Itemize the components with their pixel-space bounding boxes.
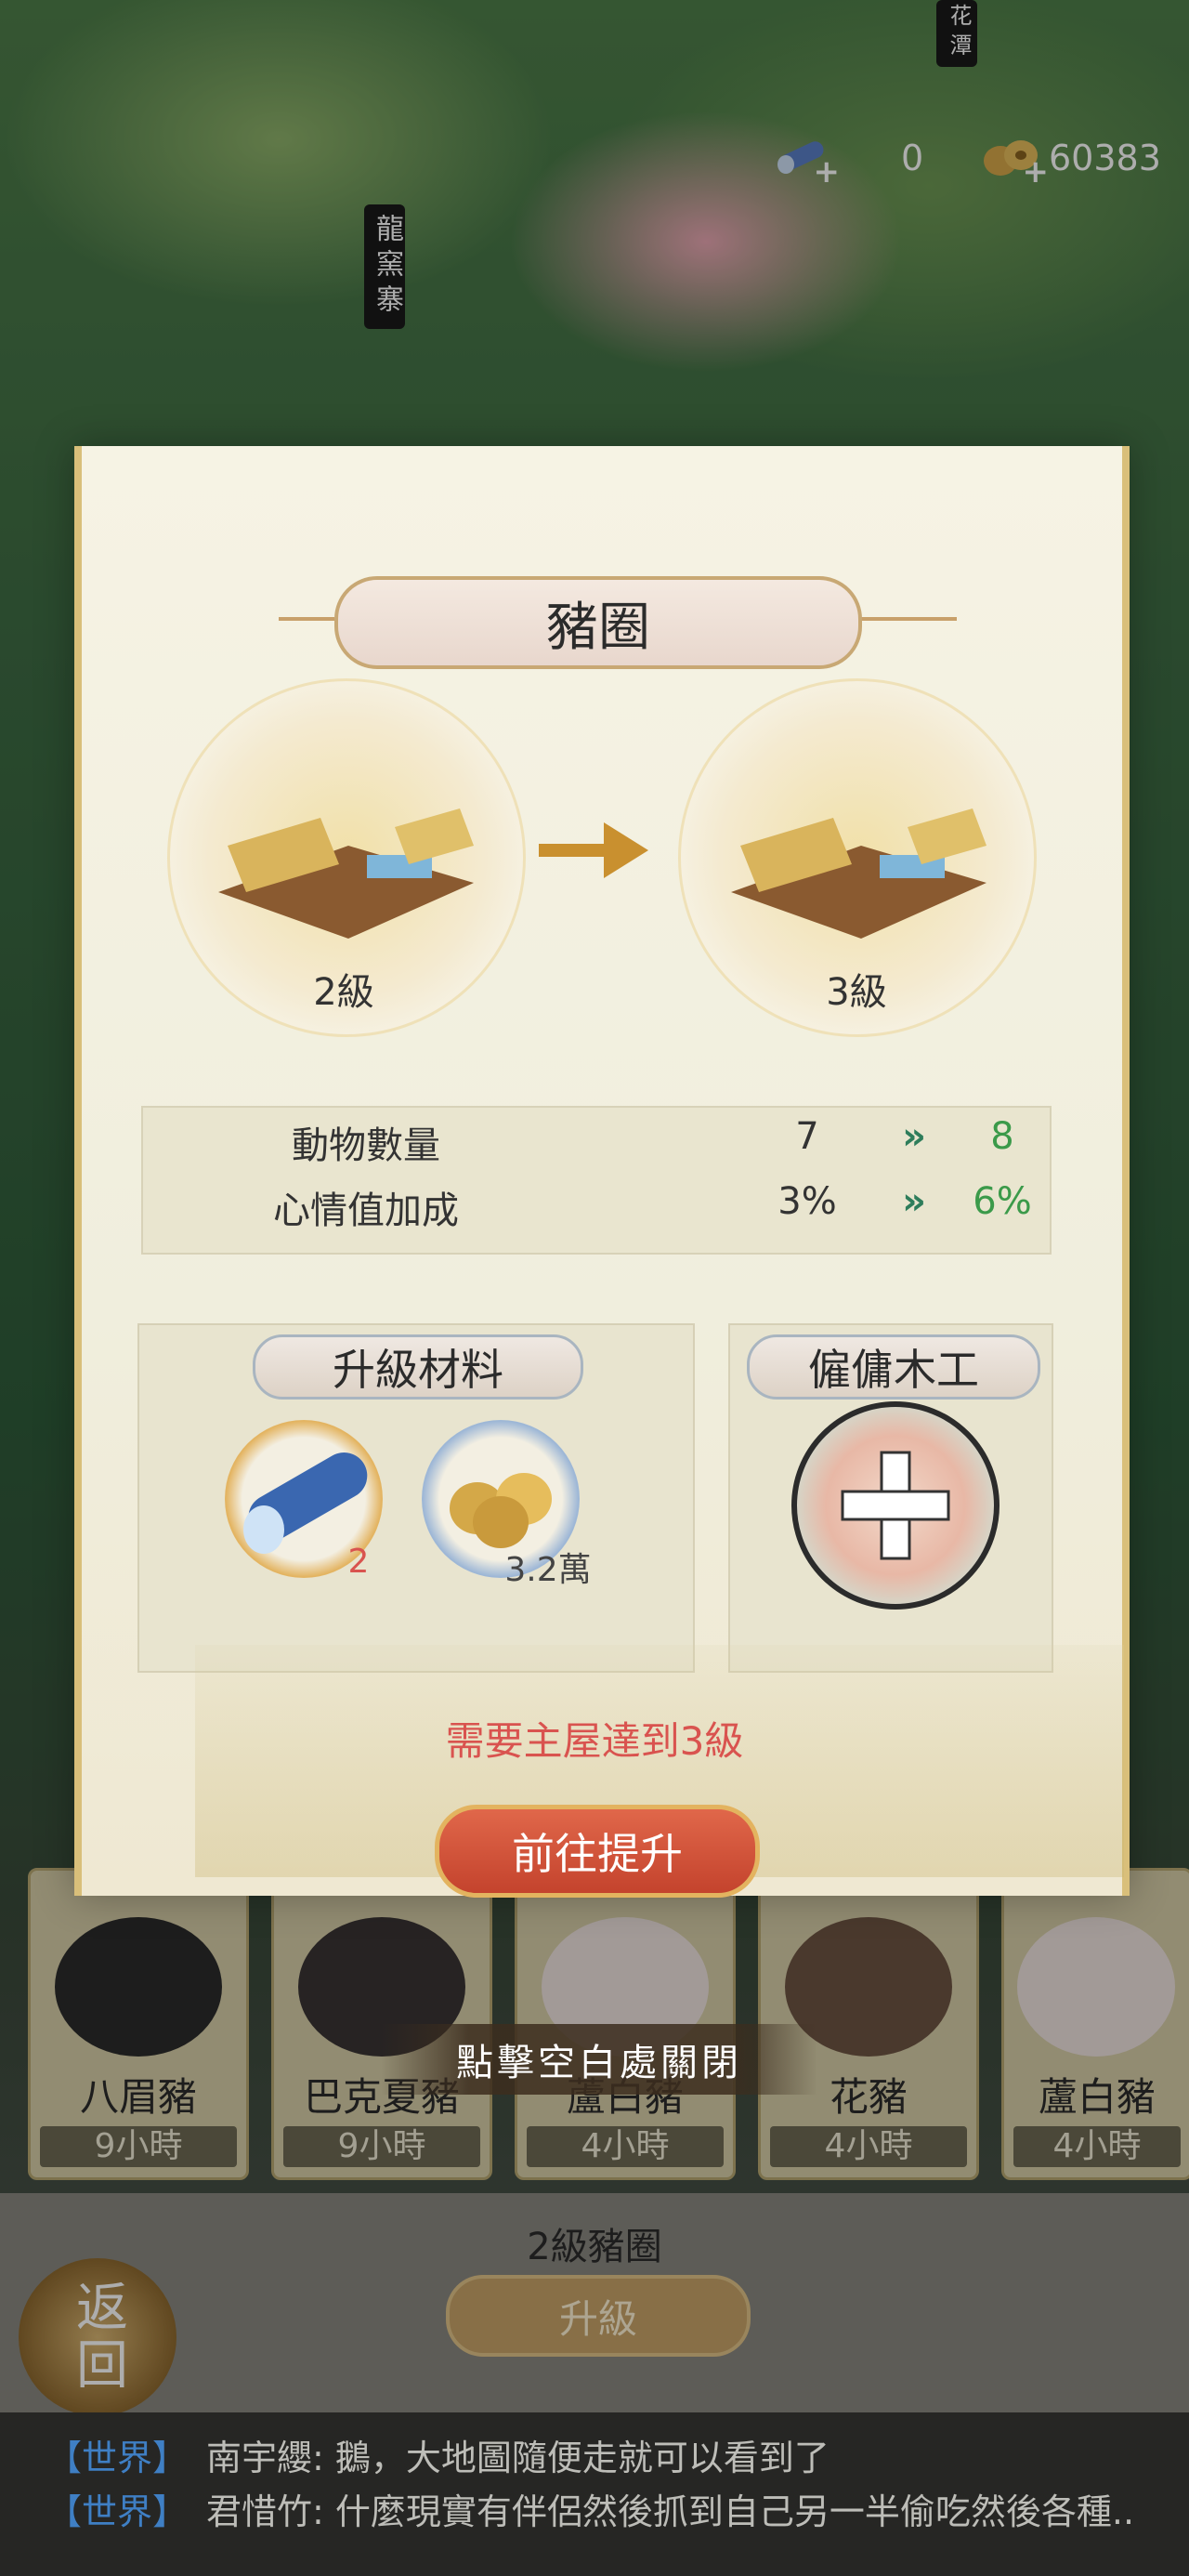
stat-row-animal-count: 動物數量 7 » 8 bbox=[143, 1115, 1050, 1180]
go-upgrade-button[interactable]: 前往提升 bbox=[435, 1805, 760, 1898]
double-chevron-icon: » bbox=[902, 1115, 926, 1158]
chat-message: 【世界】 君惜竹: 什麼現實有伴侶然後抓到自己另一半偷吃然後各種.. bbox=[46, 2483, 1180, 2534]
title-ornament-left bbox=[279, 617, 334, 621]
material-quantity: 3.2萬 bbox=[504, 1551, 592, 1589]
plus-icon bbox=[841, 1451, 950, 1560]
pigpen-icon bbox=[731, 808, 986, 939]
chat-text: 南宇纓: 鵝，大地圖隨便走就可以看到了 bbox=[206, 2438, 830, 2478]
chat-channel: 【世界】 bbox=[46, 2438, 189, 2478]
stat-current: 3% bbox=[777, 1180, 837, 1223]
stat-current: 7 bbox=[795, 1115, 819, 1158]
chat-message: 【世界】 南宇纓: 鵝，大地圖隨便走就可以看到了 bbox=[46, 2429, 1180, 2480]
stat-label: 心情值加成 bbox=[273, 1189, 459, 1232]
chat-text: 君惜竹: 什麼現實有伴侶然後抓到自己另一半偷吃然後各種.. bbox=[206, 2491, 1135, 2532]
stat-next: 6% bbox=[973, 1180, 1032, 1223]
materials-title: 升級材料 bbox=[253, 1334, 583, 1400]
chat-bar[interactable]: 【世界】 南宇纓: 鵝，大地圖隨便走就可以看到了 【世界】 君惜竹: 什麼現實有伴侶… bbox=[0, 2412, 1189, 2576]
chat-channel: 【世界】 bbox=[46, 2491, 189, 2532]
close-hint: 點擊空白處關閉 bbox=[381, 2024, 817, 2095]
requirement-text: 需要主屋達到3級 bbox=[445, 1718, 744, 1764]
dialog-title: 豬圈 bbox=[334, 576, 862, 669]
stat-next: 8 bbox=[990, 1115, 1014, 1158]
add-carpenter-button[interactable] bbox=[791, 1401, 1000, 1610]
stat-label: 動物數量 bbox=[292, 1124, 440, 1167]
stat-row-mood-bonus: 心情值加成 3% » 6% bbox=[143, 1180, 1050, 1245]
hire-carpenter-title: 僱傭木工 bbox=[747, 1334, 1040, 1400]
arrow-right-icon bbox=[539, 822, 648, 878]
next-level: 3級 bbox=[826, 971, 887, 1014]
current-level: 2級 bbox=[313, 971, 374, 1014]
pigpen-icon bbox=[218, 808, 474, 939]
double-chevron-icon: » bbox=[902, 1180, 926, 1223]
stats-table: 動物數量 7 » 8 心情值加成 3% » 6% bbox=[141, 1106, 1052, 1255]
title-ornament-right bbox=[855, 617, 957, 621]
